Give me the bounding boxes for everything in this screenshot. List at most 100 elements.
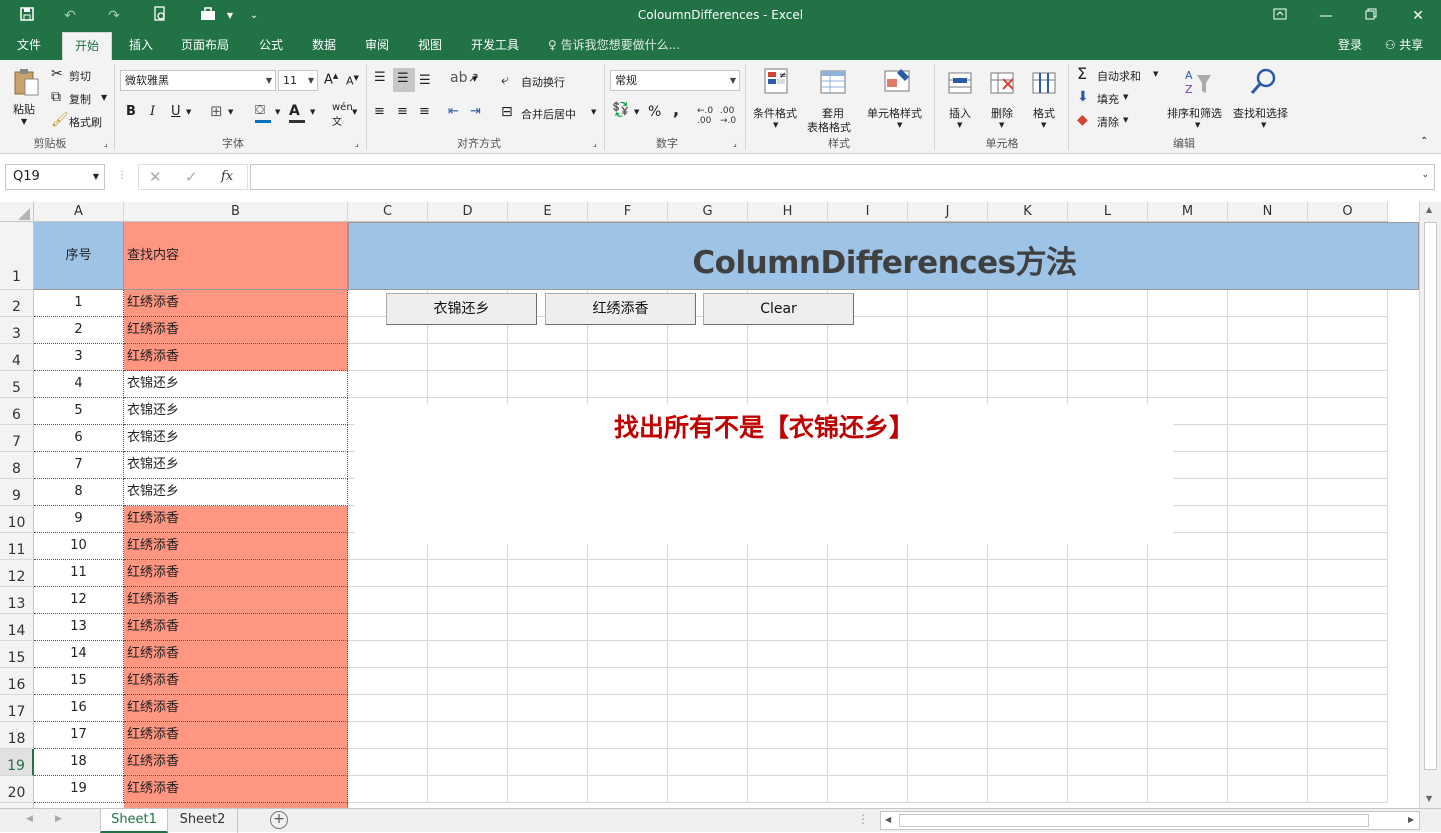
grid-cell[interactable] (828, 641, 908, 668)
align-bottom-icon[interactable]: ☰ (419, 73, 431, 88)
tab-file[interactable]: 文件 (6, 32, 52, 60)
grid-cell[interactable] (988, 749, 1068, 776)
grid-cell[interactable] (1068, 290, 1148, 317)
grid-cell[interactable] (988, 290, 1068, 317)
grid-cell[interactable] (1148, 668, 1228, 695)
grid-cell[interactable] (1228, 290, 1308, 317)
cell-a6[interactable]: 5 (34, 398, 124, 425)
grid-cell[interactable] (348, 344, 428, 371)
grid-cell[interactable] (988, 371, 1068, 398)
row-header-12[interactable]: 12 (0, 560, 34, 587)
cell-b20[interactable]: 红绣添香 (124, 776, 348, 803)
row-header-20[interactable]: 20 (0, 776, 34, 803)
splitter-icon[interactable]: ⋮ (857, 812, 869, 826)
column-header-a[interactable]: A (34, 202, 124, 222)
grid-cell[interactable] (668, 776, 748, 803)
btn-clear[interactable]: Clear (703, 293, 854, 325)
borders-icon[interactable]: ⊞ (210, 102, 223, 120)
borders-dropdown-icon[interactable]: ▼ (228, 108, 233, 116)
grid-cell[interactable] (988, 587, 1068, 614)
scroll-up-icon[interactable]: ▲ (1426, 205, 1432, 214)
cell-b4[interactable]: 红绣添香 (124, 344, 348, 371)
align-left-icon[interactable]: ≡ (374, 104, 385, 119)
comma-button[interactable]: , (673, 100, 679, 119)
horizontal-scrollbar[interactable]: ◀ ▶ (880, 811, 1420, 830)
grid-cell[interactable] (668, 587, 748, 614)
cell-a7[interactable]: 6 (34, 425, 124, 452)
column-header-l[interactable]: L (1068, 202, 1148, 222)
sort-filter-button[interactable]: AZ 排序和筛选 ▼ (1164, 64, 1230, 130)
grid-cell[interactable] (1308, 695, 1388, 722)
grid-cell[interactable] (908, 722, 988, 749)
grid-cell[interactable] (1148, 722, 1228, 749)
grid-cell[interactable] (748, 371, 828, 398)
dialog-launcher-icon[interactable]: ⌟ (355, 139, 359, 148)
row-header-15[interactable]: 15 (0, 641, 34, 668)
grid-cell[interactable] (748, 722, 828, 749)
grid-cell[interactable] (1148, 587, 1228, 614)
scroll-right-icon[interactable]: ▶ (1408, 815, 1414, 824)
grid-cell[interactable] (1308, 506, 1388, 533)
row-header-6[interactable]: 6 (0, 398, 34, 425)
cell-b7[interactable]: 衣锦还乡 (124, 425, 348, 452)
grid-cell[interactable] (828, 776, 908, 803)
row-header-5[interactable]: 5 (0, 371, 34, 398)
cell-b10[interactable]: 红绣添香 (124, 506, 348, 533)
copy-button[interactable]: ⧉ 复制 ▼ (48, 87, 110, 107)
grid-cell[interactable] (588, 749, 668, 776)
grid-cell[interactable] (1068, 344, 1148, 371)
grid-cell[interactable] (1068, 371, 1148, 398)
phonetic-dropdown-icon[interactable]: ▼ (352, 108, 357, 116)
grid-cell[interactable] (348, 776, 428, 803)
grid-cell[interactable] (988, 722, 1068, 749)
cell-a15[interactable]: 14 (34, 641, 124, 668)
grid-cell[interactable] (908, 587, 988, 614)
grid-cell[interactable] (1228, 587, 1308, 614)
cell-b6[interactable]: 衣锦还乡 (124, 398, 348, 425)
cell-a4[interactable]: 3 (34, 344, 124, 371)
grid-cell[interactable] (668, 749, 748, 776)
tab-view[interactable]: 视图 (407, 32, 453, 60)
column-header-m[interactable]: M (1148, 202, 1228, 222)
grid-cell[interactable] (988, 344, 1068, 371)
grid-cell[interactable] (908, 317, 988, 344)
grid-cell[interactable] (1308, 371, 1388, 398)
grid-cell[interactable] (348, 749, 428, 776)
increase-decimal-icon[interactable]: ←.0.00 (697, 106, 713, 126)
cell-a3[interactable]: 2 (34, 317, 124, 344)
cell-b12[interactable]: 红绣添香 (124, 560, 348, 587)
grid-cell[interactable] (748, 695, 828, 722)
grid-cell[interactable] (1308, 425, 1388, 452)
h-scroll-thumb[interactable] (899, 814, 1369, 827)
cell-a16[interactable]: 15 (34, 668, 124, 695)
name-box[interactable]: Q19 ▼ (5, 164, 105, 190)
grid-cell[interactable] (1148, 371, 1228, 398)
increase-indent-icon[interactable]: ⇥ (470, 104, 481, 119)
column-header-h[interactable]: H (748, 202, 828, 222)
grid-cell[interactable] (668, 695, 748, 722)
grid-cell[interactable] (1308, 398, 1388, 425)
grid-cell[interactable] (1148, 290, 1228, 317)
cell-a12[interactable]: 11 (34, 560, 124, 587)
number-format-select[interactable]: 常规 ▼ (610, 70, 740, 91)
grid-cell[interactable] (828, 614, 908, 641)
grid-cell[interactable] (428, 614, 508, 641)
grid-cell[interactable] (1308, 344, 1388, 371)
insert-function-icon[interactable]: fx (221, 169, 233, 184)
font-name-select[interactable]: 微软雅黑 ▼ (120, 70, 276, 91)
add-sheet-icon[interactable]: + (270, 811, 288, 829)
cell-a11[interactable]: 10 (34, 533, 124, 560)
cell-b17[interactable]: 红绣添香 (124, 695, 348, 722)
tab-developer[interactable]: 开发工具 (462, 32, 528, 60)
tab-page-layout[interactable]: 页面布局 (172, 32, 238, 60)
grid-cell[interactable] (1228, 614, 1308, 641)
grid-cell[interactable] (1308, 614, 1388, 641)
cell-b15[interactable]: 红绣添香 (124, 641, 348, 668)
cell-b14[interactable]: 红绣添香 (124, 614, 348, 641)
delete-cells-button[interactable]: 删除 ▼ (982, 64, 1022, 130)
grid-cell[interactable] (588, 587, 668, 614)
grid-cell[interactable] (908, 749, 988, 776)
column-header-e[interactable]: E (508, 202, 588, 222)
cell-b19[interactable]: 红绣添香 (124, 749, 348, 776)
sheet-tab-2[interactable]: Sheet2 (168, 809, 238, 833)
